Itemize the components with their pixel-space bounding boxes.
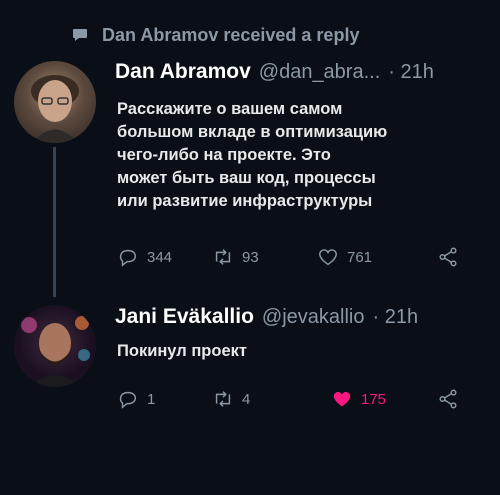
tweet2-header: Jani Eväkallio @jevakallio · 21h xyxy=(115,305,418,329)
retweet-count: 93 xyxy=(242,248,259,266)
share-icon xyxy=(439,247,457,267)
author-handle[interactable]: @dan_abra... xyxy=(259,61,381,84)
tweet2-actions: 1 4 175 xyxy=(117,388,477,410)
tweet-time[interactable]: · 21h xyxy=(388,61,434,84)
author-name[interactable]: Jani Eväkallio xyxy=(115,305,254,329)
reply-button[interactable]: 1 xyxy=(117,388,155,410)
reply-count: 344 xyxy=(147,248,173,266)
tweet-time[interactable]: · 21h xyxy=(373,306,419,329)
tweet1-text: Расскажите о вашем самом большом вкладе … xyxy=(117,100,388,210)
tweet1-header: Dan Abramov @dan_abra... · 21h xyxy=(115,60,434,84)
avatar-photo xyxy=(21,316,90,387)
like-button-active[interactable]: 175 xyxy=(331,388,386,410)
author-handle[interactable]: @jevakallio xyxy=(262,306,365,329)
thread-connector-line xyxy=(53,147,56,297)
share-button[interactable] xyxy=(437,388,459,410)
tweet1-actions: 344 93 761 xyxy=(117,246,477,268)
speech-bubble-icon xyxy=(73,29,87,41)
like-count: 175 xyxy=(361,390,387,408)
retweet-icon xyxy=(215,249,231,265)
author-name[interactable]: Dan Abramov xyxy=(115,60,251,84)
heart-icon xyxy=(319,249,337,266)
share-icon xyxy=(439,389,457,409)
reply-icon xyxy=(119,249,137,267)
reply-icon xyxy=(119,391,137,409)
share-button[interactable] xyxy=(437,246,459,268)
retweet-button[interactable]: 93 xyxy=(212,246,259,268)
tweet2-text: Покинул проект xyxy=(117,342,247,360)
reply-count: 1 xyxy=(147,390,156,408)
avatar-dan-abramov[interactable] xyxy=(14,61,96,143)
retweet-icon xyxy=(215,391,231,407)
avatar-jani-evakallio[interactable] xyxy=(14,305,96,387)
heart-filled-icon xyxy=(333,391,351,407)
retweet-button[interactable]: 4 xyxy=(212,388,250,410)
retweet-count: 4 xyxy=(242,390,251,408)
avatar-photo xyxy=(31,75,79,143)
reply-context-text: Dan Abramov received a reply xyxy=(102,24,360,45)
like-button[interactable]: 761 xyxy=(317,246,372,268)
reply-context[interactable]: Dan Abramov received a reply xyxy=(72,20,359,50)
like-count: 761 xyxy=(347,248,373,266)
reply-button[interactable]: 344 xyxy=(117,246,172,268)
